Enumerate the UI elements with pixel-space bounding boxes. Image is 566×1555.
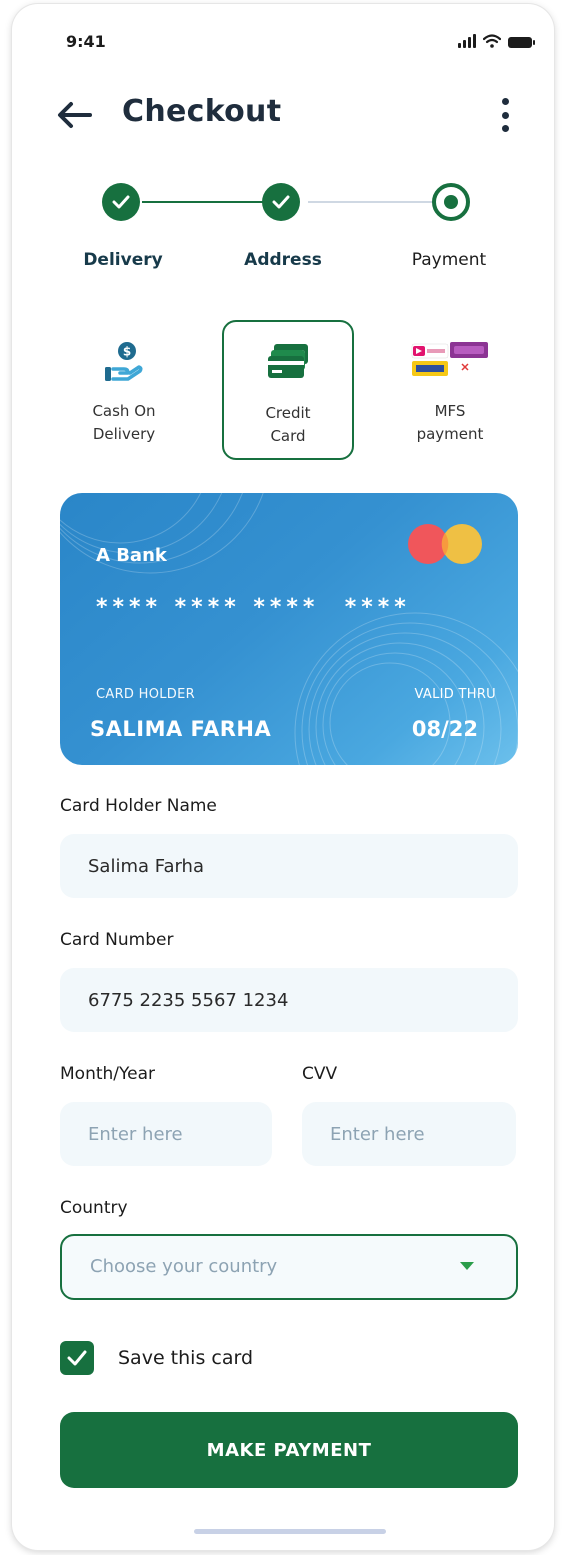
stepper-line-pending [308, 201, 432, 203]
wifi-icon [483, 34, 501, 48]
cash-label-line1: Cash On [92, 402, 156, 420]
home-indicator [194, 1529, 386, 1534]
make-payment-button[interactable]: MAKE PAYMENT [60, 1412, 518, 1488]
signal-icon [458, 34, 476, 48]
svg-text:$: $ [123, 345, 131, 359]
payment-method-mfs[interactable]: MFS payment [384, 320, 516, 460]
battery-icon [508, 37, 535, 48]
mfs-logos-icon [411, 342, 488, 376]
caret-down-icon [460, 1262, 474, 1270]
valid-thru-date: 08/22 [411, 717, 478, 741]
cvv-label: CVV [302, 1064, 338, 1084]
credit-label-line2: Card [270, 427, 306, 445]
step-label-address[interactable]: Address [218, 250, 348, 270]
back-arrow-icon[interactable] [56, 100, 92, 130]
checkmark-icon [67, 1350, 87, 1366]
stepper-line-complete [142, 201, 272, 203]
more-options-icon[interactable] [500, 98, 510, 132]
credit-card-icon [268, 344, 308, 378]
month-year-label: Month/Year [60, 1064, 156, 1084]
cvv-input[interactable] [302, 1102, 516, 1166]
mfs-label-line1: MFS [434, 402, 466, 420]
valid-thru-caption: VALID THRU [414, 687, 496, 702]
step-label-payment[interactable]: Payment [384, 250, 514, 270]
cash-label-line2: Delivery [92, 425, 156, 443]
cash-hand-icon: $ [105, 342, 143, 381]
month-year-input[interactable] [60, 1102, 272, 1166]
status-time: 9:41 [66, 32, 106, 51]
step-label-delivery[interactable]: Delivery [58, 250, 188, 270]
save-card-checkbox[interactable] [60, 1341, 94, 1375]
step-payment-active-icon [432, 183, 470, 221]
country-select[interactable]: Choose your country [60, 1234, 518, 1300]
card-number-label: Card Number [60, 930, 174, 950]
card-holder-caption: CARD HOLDER [96, 687, 195, 702]
phone-screen: 9:41 Checkout Delivery Address Payment $ [12, 4, 554, 1550]
country-label: Country [60, 1198, 128, 1218]
bank-card-preview: A Bank **** **** **** **** CARD HOLDER S… [60, 493, 518, 765]
card-holder-name: SALIMA FARHA [90, 717, 272, 741]
page-title: Checkout [122, 94, 282, 129]
status-icons [458, 34, 535, 48]
step-address-check-icon [262, 183, 300, 221]
bank-name: A Bank [96, 545, 167, 566]
save-card-label[interactable]: Save this card [118, 1347, 253, 1369]
credit-label-line1: Credit [265, 404, 311, 422]
card-holder-name-label: Card Holder Name [60, 796, 217, 816]
step-delivery-check-icon [102, 183, 140, 221]
card-number-input[interactable] [60, 968, 518, 1032]
mfs-label-line2: payment [416, 425, 484, 443]
country-select-placeholder: Choose your country [90, 1256, 278, 1277]
masked-card-number: **** **** **** **** [96, 595, 411, 620]
payment-method-credit-card[interactable]: Credit Card [222, 320, 354, 460]
card-holder-name-input[interactable] [60, 834, 518, 898]
mastercard-logo-icon [408, 524, 482, 564]
payment-method-cash[interactable]: $ Cash On Delivery [58, 320, 190, 460]
